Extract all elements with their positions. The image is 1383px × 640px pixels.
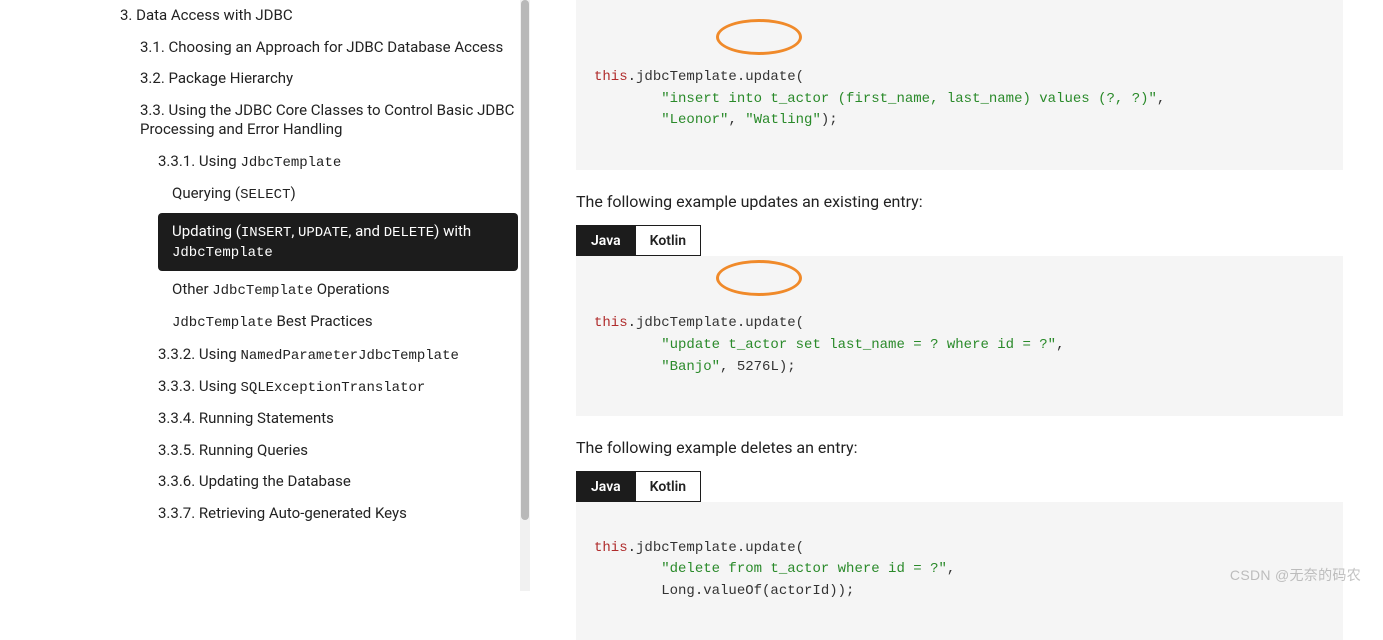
nav-label: Other JdbcTemplate Operations — [172, 280, 390, 298]
watermark-text: CSDN @无奈的码农 — [1230, 565, 1361, 585]
nav-label: 3.3.2. Using NamedParameterJdbcTemplate — [158, 345, 459, 363]
tab-java[interactable]: Java — [576, 471, 636, 502]
code-block-delete: this.jdbcTemplate.update( "delete from t… — [576, 502, 1343, 640]
nav-label: 3. Data Access with JDBC — [120, 6, 293, 24]
nav-item-running-queries[interactable]: 3.3.5. Running Queries — [120, 435, 530, 467]
paragraph-update: The following example updates an existin… — [576, 192, 1343, 211]
nav-item-choosing-approach[interactable]: 3.1. Choosing an Approach for JDBC Datab… — [120, 32, 530, 64]
nav-label: JdbcTemplate Best Practices — [172, 312, 373, 330]
tab-java[interactable]: Java — [576, 225, 636, 256]
tab-kotlin[interactable]: Kotlin — [636, 471, 701, 502]
nav-label: 3.2. Package Hierarchy — [140, 69, 293, 87]
code-line: this.jdbcTemplate.update( "insert into t… — [594, 69, 1165, 128]
nav-label: 3.3.4. Running Statements — [158, 409, 334, 427]
nav-item-using-jdbctemplate[interactable]: 3.3.1. Using JdbcTemplate — [120, 146, 530, 178]
nav-item-other-operations[interactable]: Other JdbcTemplate Operations — [120, 274, 530, 306]
nav-item-named-parameter[interactable]: 3.3.2. Using NamedParameterJdbcTemplate — [120, 339, 530, 371]
nav-item-querying-select[interactable]: Querying (SELECT) — [120, 178, 530, 210]
code-tabs: Java Kotlin — [576, 225, 1343, 256]
nav-label: 3.3.1. Using JdbcTemplate — [158, 152, 341, 170]
nav-label: 3.3.3. Using SQLExceptionTranslator — [158, 377, 425, 395]
nav-item-best-practices[interactable]: JdbcTemplate Best Practices — [120, 306, 530, 338]
nav-item-running-statements[interactable]: 3.3.4. Running Statements — [120, 403, 530, 435]
nav-label: Updating (INSERT, UPDATE, and DELETE) wi… — [172, 222, 471, 260]
code-block-insert: this.jdbcTemplate.update( "insert into t… — [576, 0, 1343, 170]
nav-item-core-classes[interactable]: 3.3. Using the JDBC Core Classes to Cont… — [120, 95, 530, 146]
nav-label: 3.3.5. Running Queries — [158, 441, 308, 459]
nav-item-autogen-keys[interactable]: 3.3.7. Retrieving Auto-generated Keys — [120, 498, 530, 530]
sidebar-scrollbar-track[interactable] — [520, 0, 530, 591]
nav-item-jdbc[interactable]: 3. Data Access with JDBC — [120, 0, 530, 32]
tab-kotlin[interactable]: Kotlin — [636, 225, 701, 256]
main-content: this.jdbcTemplate.update( "insert into t… — [530, 0, 1383, 591]
nav-item-updating-active[interactable]: Updating (INSERT, UPDATE, and DELETE) wi… — [158, 213, 518, 271]
nav-label: 3.3. Using the JDBC Core Classes to Cont… — [140, 101, 514, 139]
nav-label: 3.3.6. Updating the Database — [158, 472, 351, 490]
nav-item-updating-db[interactable]: 3.3.6. Updating the Database — [120, 466, 530, 498]
code-block-update: this.jdbcTemplate.update( "update t_acto… — [576, 256, 1343, 416]
paragraph-delete: The following example deletes an entry: — [576, 438, 1343, 457]
nav-item-package-hierarchy[interactable]: 3.2. Package Hierarchy — [120, 63, 530, 95]
nav-label: 3.1. Choosing an Approach for JDBC Datab… — [140, 38, 503, 56]
sidebar-scrollbar-thumb[interactable] — [521, 0, 529, 520]
code-line: this.jdbcTemplate.update( "delete from t… — [594, 540, 955, 599]
nav-label: Querying (SELECT) — [172, 184, 296, 202]
highlight-ellipse-icon — [716, 19, 802, 55]
nav-item-sqlexception[interactable]: 3.3.3. Using SQLExceptionTranslator — [120, 371, 530, 403]
nav-label: 3.3.7. Retrieving Auto-generated Keys — [158, 504, 407, 522]
highlight-ellipse-icon — [716, 260, 802, 296]
code-tabs: Java Kotlin — [576, 471, 1343, 502]
sidebar-nav: 3. Data Access with JDBC 3.1. Choosing a… — [0, 0, 530, 591]
code-line: this.jdbcTemplate.update( "update t_acto… — [594, 315, 1065, 374]
